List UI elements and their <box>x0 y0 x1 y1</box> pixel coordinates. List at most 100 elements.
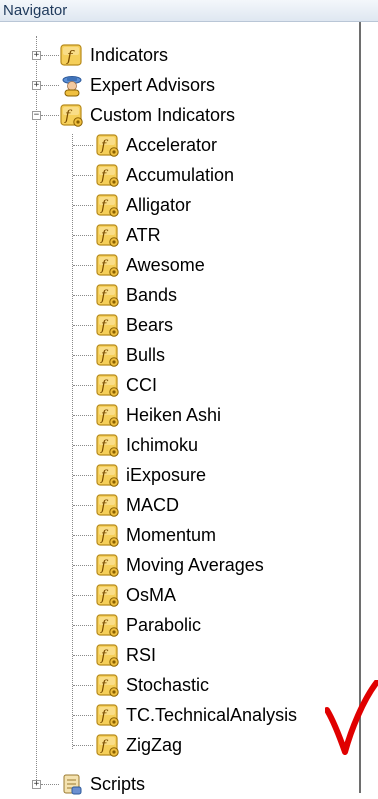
tree-item-label: MACD <box>126 494 179 515</box>
tree-item-custom-indicator[interactable]: ZigZag <box>96 730 182 760</box>
custom-indicator-icon <box>96 403 120 427</box>
custom-indicator-icon <box>96 313 120 337</box>
tree-branch <box>73 475 93 476</box>
window-title: Navigator <box>3 2 68 19</box>
tree-item-custom-indicator[interactable]: iExposure <box>96 460 206 490</box>
tree-item-custom-indicator[interactable]: RSI <box>96 640 156 670</box>
tree-item-custom-indicator[interactable]: Bands <box>96 280 177 310</box>
tree-item-label: ZigZag <box>126 734 183 755</box>
custom-indicator-icon <box>96 553 120 577</box>
custom-indicator-icon <box>96 343 120 367</box>
tree-item-custom-indicator[interactable]: TC.TechnicalAnalysis <box>96 700 297 730</box>
tree-branch <box>73 505 93 506</box>
tree-branch <box>41 85 59 86</box>
custom-indicator-icon <box>96 703 120 727</box>
tree-item-custom-indicator[interactable]: Ichimoku <box>96 430 198 460</box>
tree-item-label: Awesome <box>126 254 205 275</box>
tree-branch <box>73 145 93 146</box>
custom-indicator-icon <box>96 463 120 487</box>
tree-branch <box>73 385 93 386</box>
expand-indicators-icon[interactable]: + <box>32 51 41 60</box>
tree-item-custom-indicator[interactable]: Heiken Ashi <box>96 400 221 430</box>
tree-item-custom-indicator[interactable]: Moving Averages <box>96 550 264 580</box>
tree-branch <box>41 784 59 785</box>
tree-item-label: Alligator <box>126 194 192 215</box>
custom-indicator-icon <box>96 613 120 637</box>
tree-item-label: Accumulation <box>126 164 235 185</box>
tree-item-label: Scripts <box>90 773 146 794</box>
navigator-panel: + + − + Indicators Expert Advisors Custo… <box>0 22 361 795</box>
custom-indicator-icon <box>96 193 120 217</box>
script-icon <box>63 774 82 795</box>
tree-item-label: Bears <box>126 314 174 335</box>
tree-item-label: Indicators <box>90 44 169 65</box>
tree-item-label: Momentum <box>126 524 217 545</box>
tree-item-custom-indicator[interactable]: Alligator <box>96 190 191 220</box>
tree-item-label: ATR <box>126 224 161 245</box>
tree-branch <box>73 325 93 326</box>
tree-item-label: Bands <box>126 284 178 305</box>
tree-branch <box>41 55 59 56</box>
tree-item-custom-indicator[interactable]: Parabolic <box>96 610 201 640</box>
tree-item-label: Accelerator <box>126 134 218 155</box>
tree-branch <box>73 445 93 446</box>
tree-item-scripts[interactable]: Scripts <box>60 769 145 799</box>
tree-item-label: Heiken Ashi <box>126 404 222 425</box>
tree-item-custom-indicator[interactable]: OsMA <box>96 580 176 610</box>
tree-branch <box>73 175 93 176</box>
tree-item-custom-indicator[interactable]: Bears <box>96 310 173 340</box>
tree-item-label: Custom Indicators <box>90 104 236 125</box>
tree-item-custom-indicator[interactable]: MACD <box>96 490 179 520</box>
expert-advisor-icon <box>62 76 82 97</box>
tree-item-custom-indicator[interactable]: Momentum <box>96 520 216 550</box>
tree-item-custom-indicator[interactable]: Accumulation <box>96 160 234 190</box>
tree-item-label: Stochastic <box>126 674 210 695</box>
custom-indicator-icon <box>96 583 120 607</box>
navigator-titlebar: Navigator <box>0 0 378 22</box>
tree-item-custom-indicator[interactable]: Awesome <box>96 250 205 280</box>
custom-indicator-icon <box>96 643 120 667</box>
tree-item-label: Ichimoku <box>126 434 199 455</box>
tree-branch <box>73 235 93 236</box>
custom-indicator-icon <box>96 433 120 457</box>
tree-item-expert-advisors[interactable]: Expert Advisors <box>60 70 215 100</box>
tree-item-label: CCI <box>126 374 157 395</box>
tree-branch <box>73 265 93 266</box>
tree-item-custom-indicator[interactable]: Bulls <box>96 340 165 370</box>
tree-item-label: Parabolic <box>126 614 202 635</box>
tree-item-label: OsMA <box>126 584 177 605</box>
tree-item-custom-indicator[interactable]: ATR <box>96 220 161 250</box>
tree-branch <box>73 295 93 296</box>
custom-indicator-icon <box>96 673 120 697</box>
tree-item-custom-indicators[interactable]: Custom Indicators <box>60 100 235 130</box>
custom-indicator-icon <box>96 523 120 547</box>
expand-scripts-icon[interactable]: + <box>32 780 41 789</box>
tree-item-label: Moving Averages <box>126 554 264 575</box>
tree-line-custom <box>72 134 73 749</box>
custom-indicator-icon <box>96 373 120 397</box>
custom-indicator-icon <box>96 163 120 187</box>
tree-item-custom-indicator[interactable]: Stochastic <box>96 670 209 700</box>
tree-branch <box>73 595 93 596</box>
tree-line-root <box>36 36 37 784</box>
tree-branch <box>73 355 93 356</box>
tree-branch <box>73 715 93 716</box>
tree-branch <box>73 745 93 746</box>
custom-indicator-icon <box>96 493 120 517</box>
tree-item-label: RSI <box>126 644 157 665</box>
custom-indicator-icon <box>96 253 120 277</box>
tree-item-indicators[interactable]: Indicators <box>60 40 168 70</box>
custom-indicator-icon <box>96 133 120 157</box>
tree-item-label: Bulls <box>126 344 166 365</box>
tree-item-label: Expert Advisors <box>90 74 216 95</box>
tree-branch <box>73 625 93 626</box>
tree-branch <box>73 415 93 416</box>
custom-indicator-icon <box>96 223 120 247</box>
collapse-custom-indicators-icon[interactable]: − <box>32 111 41 120</box>
tree-item-label: TC.TechnicalAnalysis <box>126 704 298 725</box>
tree-branch <box>73 565 93 566</box>
tree-item-custom-indicator[interactable]: CCI <box>96 370 157 400</box>
tree-item-custom-indicator[interactable]: Accelerator <box>96 130 217 160</box>
custom-indicator-icon <box>96 733 120 757</box>
expand-expert-advisors-icon[interactable]: + <box>32 81 41 90</box>
